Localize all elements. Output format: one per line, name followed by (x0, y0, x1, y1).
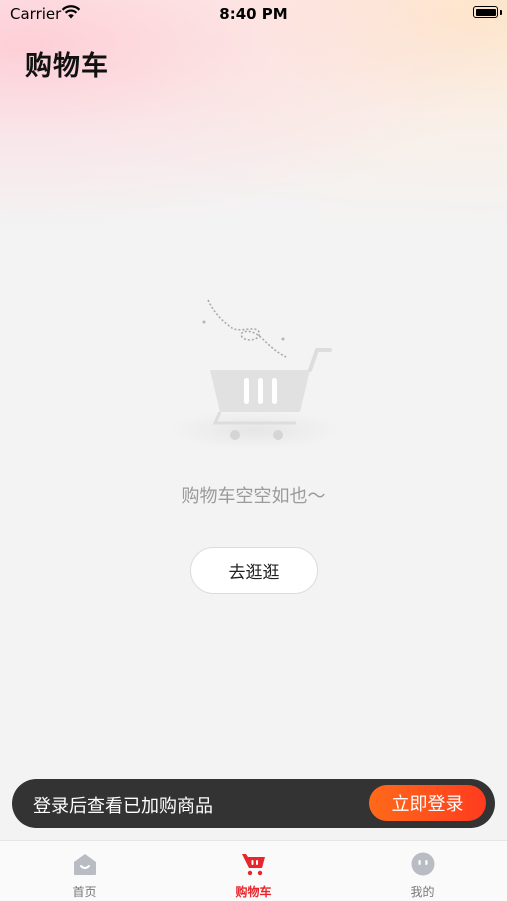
empty-cart-illustration (170, 299, 340, 450)
status-time: 8:40 PM (219, 5, 288, 23)
empty-cart-message: 购物车空空如也～ (181, 486, 326, 507)
profile-icon (411, 852, 435, 876)
tab-profile-label: 我的 (410, 885, 435, 899)
tab-cart-label: 购物车 (235, 885, 272, 899)
tab-profile[interactable]: 我的 (338, 841, 507, 901)
cart-icon (242, 854, 265, 876)
login-prompt-text: 登录后查看已加购商品 (33, 796, 213, 817)
battery-cap (500, 10, 502, 15)
status-bar: Carrier 8:40 PM (0, 0, 507, 28)
tab-bar: 首页 购物车 我的 (0, 840, 507, 901)
battery-icon (473, 6, 498, 18)
page-title: 购物车 (25, 51, 109, 82)
login-now-button[interactable]: 立即登录 (369, 785, 486, 821)
tab-cart[interactable]: 购物车 (169, 841, 338, 901)
tab-home-label: 首页 (72, 885, 97, 899)
home-icon (74, 854, 96, 875)
go-browse-button[interactable]: 去逛逛 (190, 547, 318, 594)
tab-home[interactable]: 首页 (0, 841, 169, 901)
header-background (0, 0, 507, 230)
login-banner: 登录后查看已加购商品 立即登录 (12, 779, 495, 828)
